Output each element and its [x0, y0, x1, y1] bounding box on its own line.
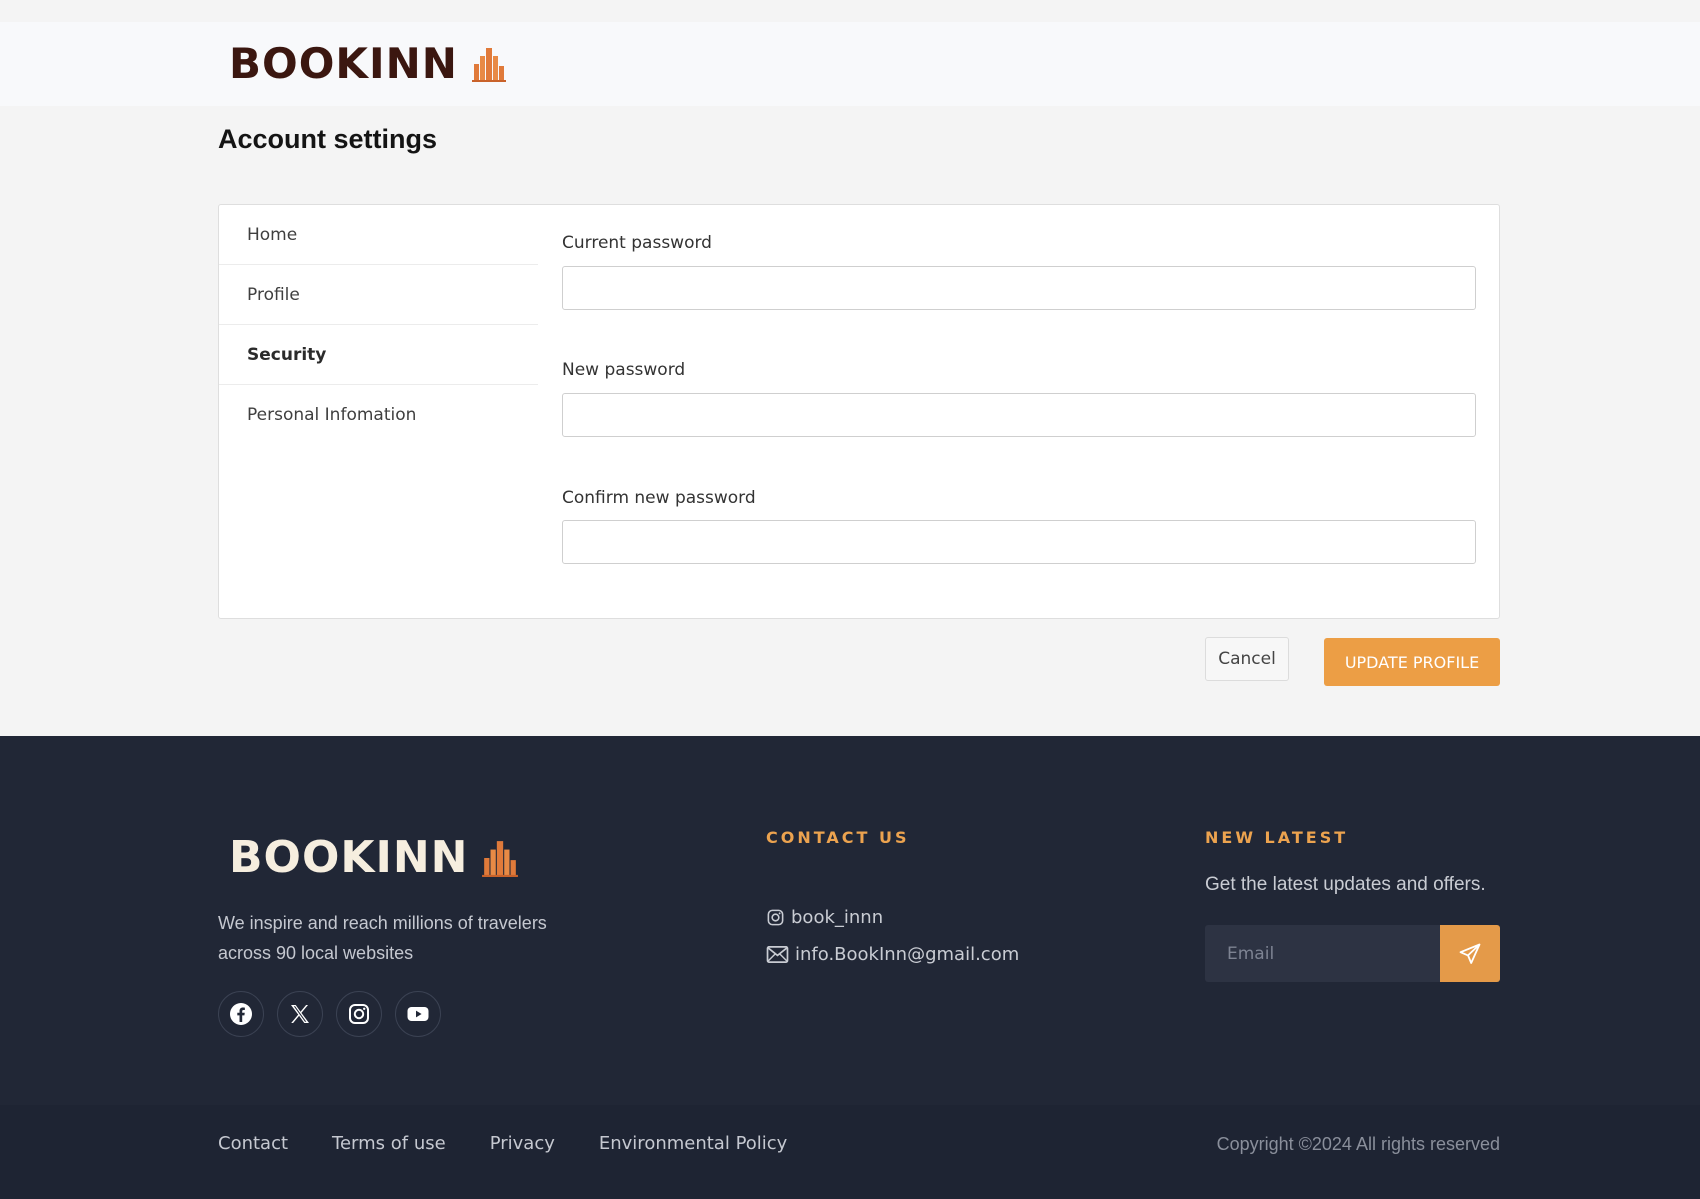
footer-logo[interactable]: BOOKINN	[229, 832, 519, 883]
confirm-password-input[interactable]	[562, 520, 1476, 564]
youtube-icon	[407, 1007, 429, 1021]
footer-brand-name: BOOKINN	[229, 832, 469, 883]
building-icon	[471, 48, 506, 82]
settings-card: Home Profile Security Personal Infomatio…	[218, 204, 1500, 619]
brand-name: BOOKINN	[229, 39, 458, 88]
facebook-icon	[230, 1003, 252, 1025]
footer-tagline: We inspire and reach millions of travele…	[218, 913, 547, 963]
settings-side-nav: Home Profile Security Personal Infomatio…	[219, 205, 538, 445]
instagram-icon	[767, 909, 784, 926]
update-profile-button[interactable]: UPDATE PROFILE	[1324, 638, 1500, 686]
instagram-icon	[349, 1004, 369, 1024]
x-icon	[291, 1005, 309, 1023]
new-password-label: New password	[562, 360, 686, 380]
contact-heading: CONTACT US	[766, 828, 910, 847]
nav-item-profile[interactable]: Profile	[219, 265, 538, 325]
nav-item-home[interactable]: Home	[219, 205, 538, 265]
building-icon	[482, 841, 519, 877]
footer-link-privacy[interactable]: Privacy	[490, 1133, 555, 1154]
social-links	[218, 991, 441, 1037]
footer-link-environmental-policy[interactable]: Environmental Policy	[599, 1133, 787, 1154]
instagram-contact[interactable]: book_innn	[766, 907, 883, 928]
nav-item-security[interactable]: Security	[219, 325, 538, 385]
newsletter-email-input[interactable]	[1205, 925, 1440, 982]
page-title: Account settings	[218, 124, 438, 154]
instagram-handle: book_innn	[791, 907, 884, 928]
newsletter-heading: NEW LATEST	[1205, 828, 1349, 847]
nav-item-personal-information[interactable]: Personal Infomation	[219, 385, 538, 445]
new-password-input[interactable]	[562, 393, 1476, 437]
mail-icon	[766, 946, 789, 963]
youtube-link[interactable]	[395, 991, 441, 1037]
footer-link-terms[interactable]: Terms of use	[332, 1133, 446, 1154]
facebook-link[interactable]	[218, 991, 264, 1037]
instagram-link[interactable]	[336, 991, 382, 1037]
footer-link-contact[interactable]: Contact	[218, 1133, 288, 1154]
current-password-label: Current password	[562, 233, 712, 253]
newsletter-text: Get the latest updates and offers.	[1205, 874, 1486, 895]
footer-links: Contact Terms of use Privacy Environment…	[218, 1133, 831, 1154]
copyright: Copyright ©2024 All rights reserved	[1216, 1134, 1500, 1154]
header-logo[interactable]: BOOKINN	[229, 43, 506, 85]
x-link[interactable]	[277, 991, 323, 1037]
cancel-button[interactable]: Cancel	[1205, 637, 1289, 681]
confirm-password-label: Confirm new password	[562, 488, 756, 508]
current-password-input[interactable]	[562, 266, 1476, 310]
send-icon	[1459, 943, 1481, 964]
newsletter-send-button[interactable]	[1440, 925, 1500, 982]
email-contact[interactable]: info.BookInn@gmail.com	[766, 944, 1019, 965]
contact-email: info.BookInn@gmail.com	[795, 944, 1020, 965]
